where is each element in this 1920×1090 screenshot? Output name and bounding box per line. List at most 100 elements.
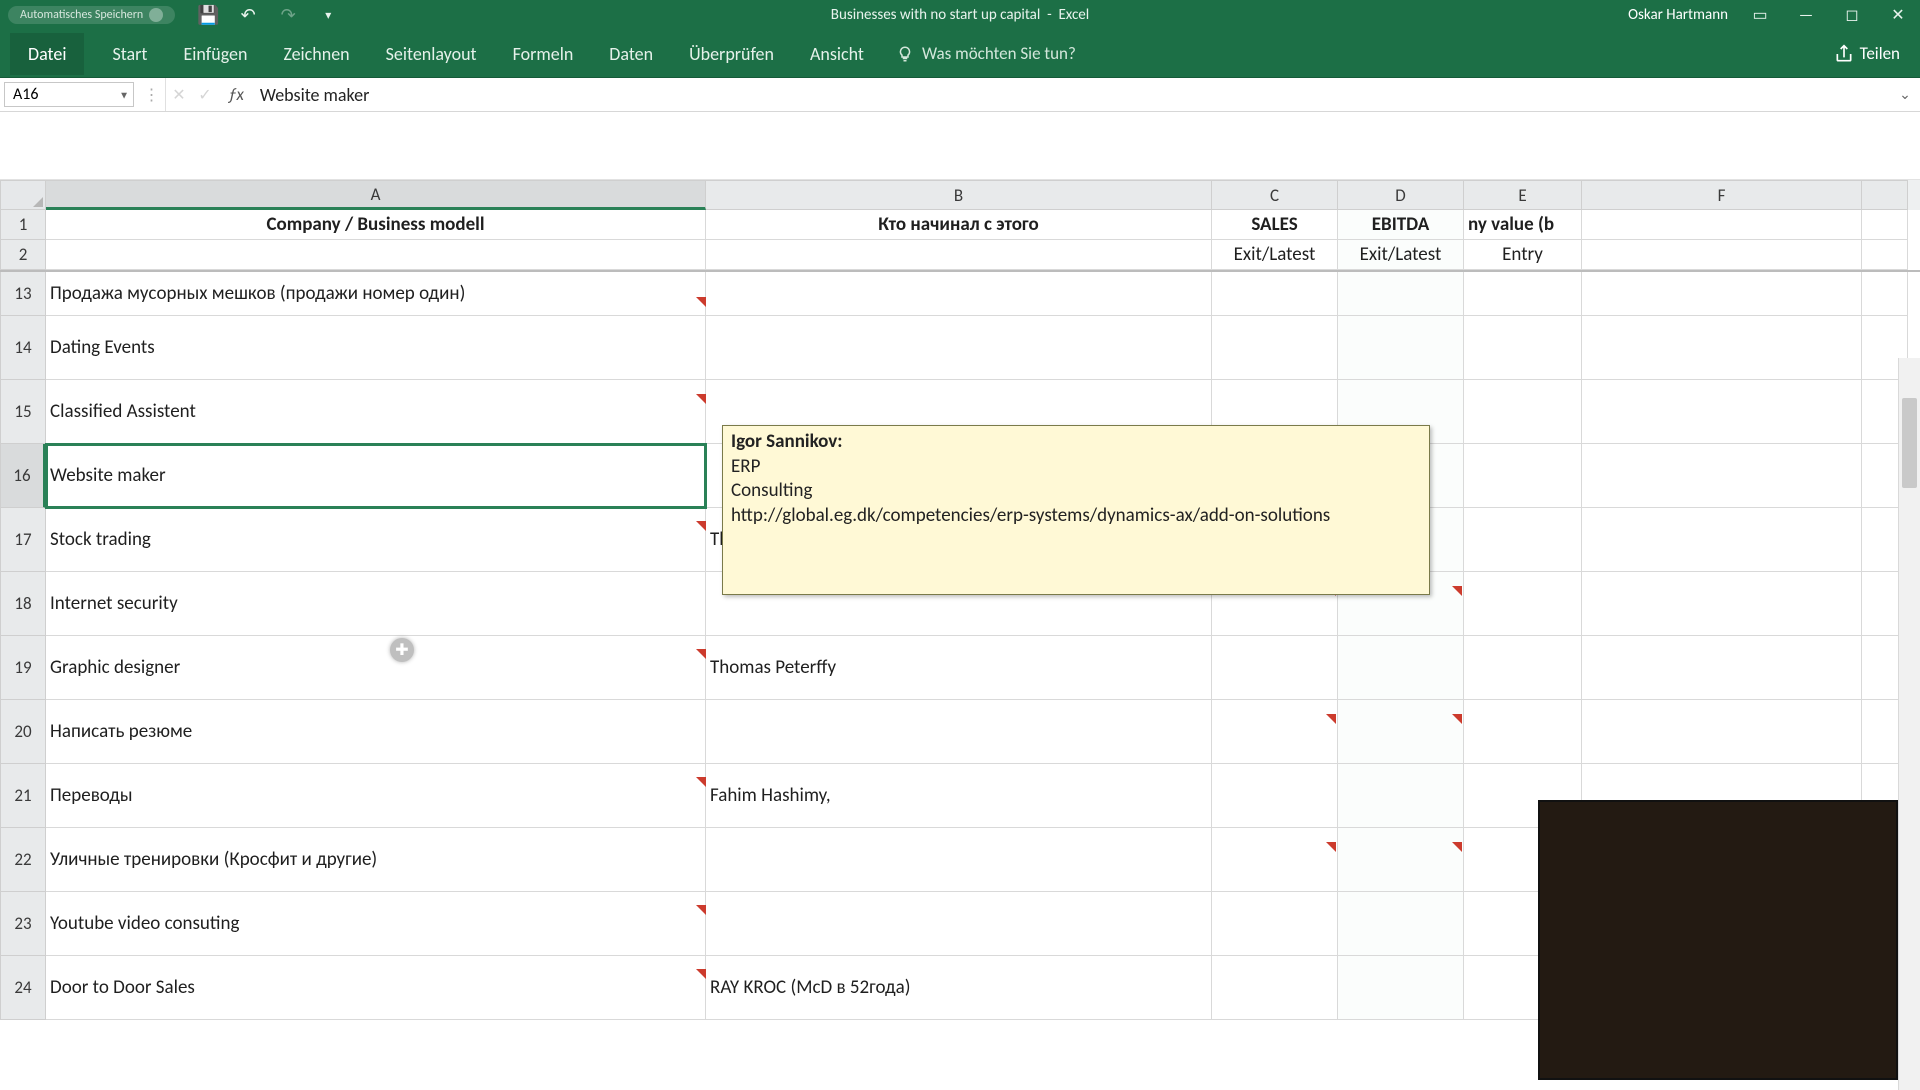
row-header-24[interactable]: 24 [0, 956, 46, 1020]
cell-B21[interactable]: Fahim Hashimy, [706, 764, 1212, 828]
cell-D14[interactable] [1338, 316, 1464, 380]
cell-A2[interactable] [46, 240, 706, 270]
cell-F15[interactable] [1582, 380, 1862, 444]
row-header-16[interactable]: 16 [0, 444, 46, 508]
row-header-1[interactable]: 1 [0, 210, 46, 240]
tab-ansicht[interactable]: Ansicht [792, 33, 882, 75]
cell-F2[interactable] [1582, 240, 1862, 270]
row-header-23[interactable]: 23 [0, 892, 46, 956]
cell-F19[interactable] [1582, 636, 1862, 700]
file-tab[interactable]: Datei [10, 33, 84, 75]
redo-icon[interactable]: ↷ [277, 4, 299, 26]
cell-B22[interactable] [706, 828, 1212, 892]
undo-icon[interactable]: ↶ [237, 4, 259, 26]
cell-C24[interactable] [1212, 956, 1338, 1020]
cell-C1[interactable]: SALES [1212, 210, 1338, 240]
cell-E19[interactable] [1464, 636, 1582, 700]
cell-blank1[interactable] [1862, 210, 1908, 240]
cell-C2[interactable]: Exit/Latest [1212, 240, 1338, 270]
cell-E18[interactable] [1464, 572, 1582, 636]
cell-F18[interactable] [1582, 572, 1862, 636]
save-icon[interactable]: 💾 [197, 4, 219, 26]
cell-A13[interactable]: Продажа мусорных мешков (продажи номер о… [46, 272, 706, 316]
cell-C21[interactable] [1212, 764, 1338, 828]
qat-customize-icon[interactable]: ▾ [317, 8, 339, 23]
autosave-toggle[interactable]: Automatisches Speichern [8, 6, 175, 24]
row-header-18[interactable]: 18 [0, 572, 46, 636]
row-header-2[interactable]: 2 [0, 240, 46, 270]
cell-A15[interactable]: Classified Assistent [46, 380, 706, 444]
cell-blank2[interactable] [1862, 240, 1908, 270]
cell-B1[interactable]: Кто начинал с этого [706, 210, 1212, 240]
cell-B20[interactable] [706, 700, 1212, 764]
cell-E20[interactable] [1464, 700, 1582, 764]
row-header-17[interactable]: 17 [0, 508, 46, 572]
cell-A21[interactable]: Переводы [46, 764, 706, 828]
cell-C22[interactable] [1212, 828, 1338, 892]
cell-A16[interactable]: Website maker [46, 444, 706, 508]
col-header-C[interactable]: C [1212, 180, 1338, 210]
row-header-13[interactable]: 13 [0, 272, 46, 316]
cell-F14[interactable] [1582, 316, 1862, 380]
col-header-E[interactable]: E [1464, 180, 1582, 210]
tab-seitenlayout[interactable]: Seitenlayout [368, 33, 495, 75]
cell-A24[interactable]: Door to Door Sales [46, 956, 706, 1020]
cell-B13[interactable] [706, 272, 1212, 316]
cell-B19[interactable]: Thomas Peterffy [706, 636, 1212, 700]
tab-einfuegen[interactable]: Einfügen [165, 33, 265, 75]
cell-A19[interactable]: Graphic designer [46, 636, 706, 700]
maximize-icon[interactable]: ◻ [1838, 5, 1866, 25]
cell-B24[interactable]: RAY KROC (McD в 52года) [706, 956, 1212, 1020]
scrollbar-thumb[interactable] [1902, 398, 1917, 488]
cell-D19[interactable] [1338, 636, 1464, 700]
cell-C14[interactable] [1212, 316, 1338, 380]
tell-me-search[interactable]: Was möchten Sie tun? [896, 43, 1076, 64]
cell-C23[interactable] [1212, 892, 1338, 956]
cell-B2[interactable] [706, 240, 1212, 270]
row-header-22[interactable]: 22 [0, 828, 46, 892]
cancel-formula-icon[interactable]: ✕ [166, 78, 192, 111]
formula-expand-icon[interactable]: ⌄ [1890, 78, 1920, 111]
cell-E14[interactable] [1464, 316, 1582, 380]
tab-start[interactable]: Start [94, 33, 165, 75]
cell-F13[interactable] [1582, 272, 1862, 316]
ribbon-options-icon[interactable]: ▭ [1746, 5, 1774, 25]
cell-A22[interactable]: Уличные тренировки (Кросфит и другие) [46, 828, 706, 892]
cell-D13[interactable] [1338, 272, 1464, 316]
cell-F1[interactable] [1582, 210, 1862, 240]
row-header-19[interactable]: 19 [0, 636, 46, 700]
col-header-A[interactable]: A [46, 180, 706, 210]
enter-formula-icon[interactable]: ✓ [192, 78, 218, 111]
cell-B23[interactable] [706, 892, 1212, 956]
cell-B14[interactable] [706, 316, 1212, 380]
cell-C13[interactable] [1212, 272, 1338, 316]
cell-E17[interactable] [1464, 508, 1582, 572]
cell-D2[interactable]: Exit/Latest [1338, 240, 1464, 270]
tab-daten[interactable]: Daten [591, 33, 671, 75]
user-name[interactable]: Oskar Hartmann [1628, 6, 1728, 24]
col-header-B[interactable]: B [706, 180, 1212, 210]
close-icon[interactable]: ✕ [1884, 5, 1912, 25]
name-box[interactable]: A16 ▼ [4, 82, 134, 107]
cell-A17[interactable]: Stock trading [46, 508, 706, 572]
cell-D24[interactable] [1338, 956, 1464, 1020]
formula-input[interactable] [254, 78, 1890, 111]
cell-D23[interactable] [1338, 892, 1464, 956]
cell-E1[interactable]: ny value (b [1464, 210, 1582, 240]
tab-zeichnen[interactable]: Zeichnen [265, 33, 367, 75]
cell-A18[interactable]: Internet security [46, 572, 706, 636]
cell-F17[interactable] [1582, 508, 1862, 572]
cell-E13[interactable] [1464, 272, 1582, 316]
cell-C19[interactable] [1212, 636, 1338, 700]
cell-A20[interactable]: Написать резюме [46, 700, 706, 764]
cell-E2[interactable]: Entry [1464, 240, 1582, 270]
cell-A14[interactable]: Dating Events [46, 316, 706, 380]
cell-D21[interactable] [1338, 764, 1464, 828]
cell-A23[interactable]: Youtube video consuting [46, 892, 706, 956]
cell-E16[interactable] [1464, 444, 1582, 508]
cell-A1[interactable]: Company / Business modell [46, 210, 706, 240]
fx-icon[interactable]: ƒx [218, 78, 254, 111]
vertical-scrollbar[interactable] [1898, 358, 1920, 1090]
row-header-21[interactable]: 21 [0, 764, 46, 828]
cell-D20[interactable] [1338, 700, 1464, 764]
